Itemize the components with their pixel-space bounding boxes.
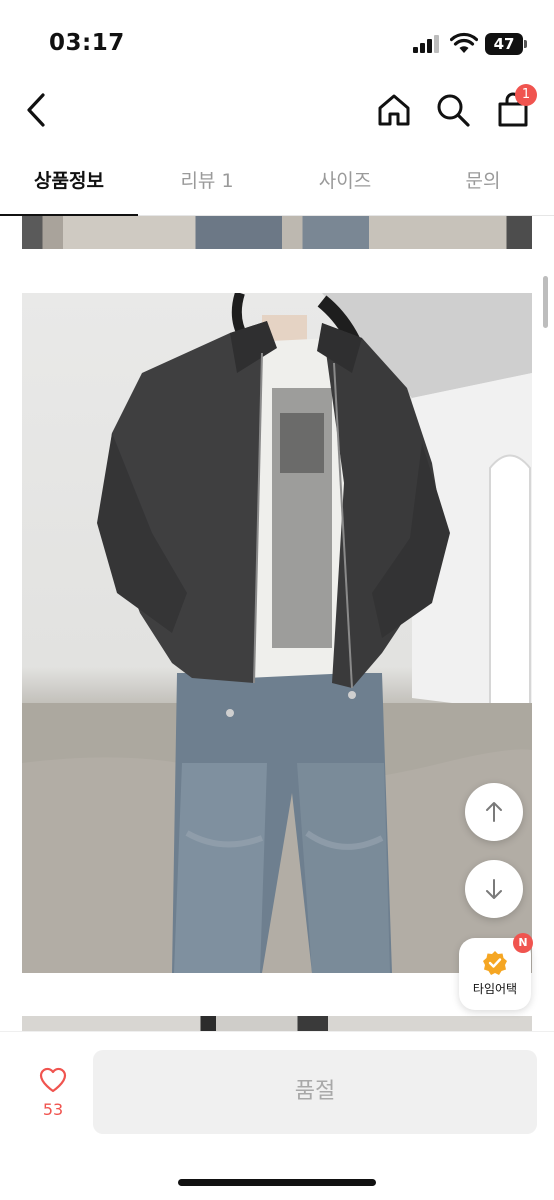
- status-bar: 03:17 47: [0, 0, 554, 80]
- new-badge: N: [513, 933, 533, 953]
- time-attack-label: 타임어택: [472, 982, 518, 996]
- home-button[interactable]: [372, 88, 416, 132]
- time-attack-button[interactable]: 타임어택 N: [459, 933, 533, 1010]
- home-icon: [378, 94, 410, 126]
- heart-icon: [39, 1067, 67, 1093]
- product-tabs: 상품정보 리뷰 1 사이즈 문의: [0, 150, 554, 217]
- tab-size[interactable]: 사이즈: [276, 150, 414, 216]
- model-wearing-jacket-image: [22, 293, 532, 973]
- badge-check-icon: [483, 951, 507, 975]
- like-count: 53: [42, 1100, 64, 1119]
- search-icon: [437, 94, 470, 127]
- like-button[interactable]: 53: [24, 1066, 82, 1119]
- soldout-button[interactable]: 품절: [93, 1050, 537, 1134]
- wifi-icon: [450, 32, 478, 53]
- product-detail-content[interactable]: [0, 216, 554, 1031]
- top-nav-bar: 1: [0, 80, 554, 142]
- home-indicator[interactable]: [178, 1179, 376, 1186]
- arrow-up-icon: [486, 802, 502, 822]
- cart-button[interactable]: 1: [491, 84, 537, 132]
- scroll-up-button[interactable]: [465, 783, 523, 841]
- product-image-previous: [22, 216, 532, 249]
- product-image-next: [22, 1016, 532, 1031]
- tab-product-info[interactable]: 상품정보: [0, 150, 138, 217]
- arrow-down-icon: [486, 879, 502, 899]
- scroll-down-button[interactable]: [465, 860, 523, 918]
- search-button[interactable]: [431, 88, 475, 132]
- product-photo: [22, 293, 532, 973]
- scrollbar[interactable]: [543, 276, 548, 328]
- battery-indicator: 47: [485, 33, 527, 55]
- cellular-signal-icon: [413, 35, 441, 53]
- chevron-left-icon: [27, 93, 45, 127]
- cart-count-badge: 1: [515, 84, 537, 106]
- status-time: 03:17: [49, 30, 125, 56]
- tab-inquiry[interactable]: 문의: [414, 150, 552, 216]
- tab-reviews[interactable]: 리뷰 1: [138, 150, 276, 216]
- bottom-action-bar: 53 품절: [0, 1031, 554, 1200]
- back-button[interactable]: [14, 88, 58, 132]
